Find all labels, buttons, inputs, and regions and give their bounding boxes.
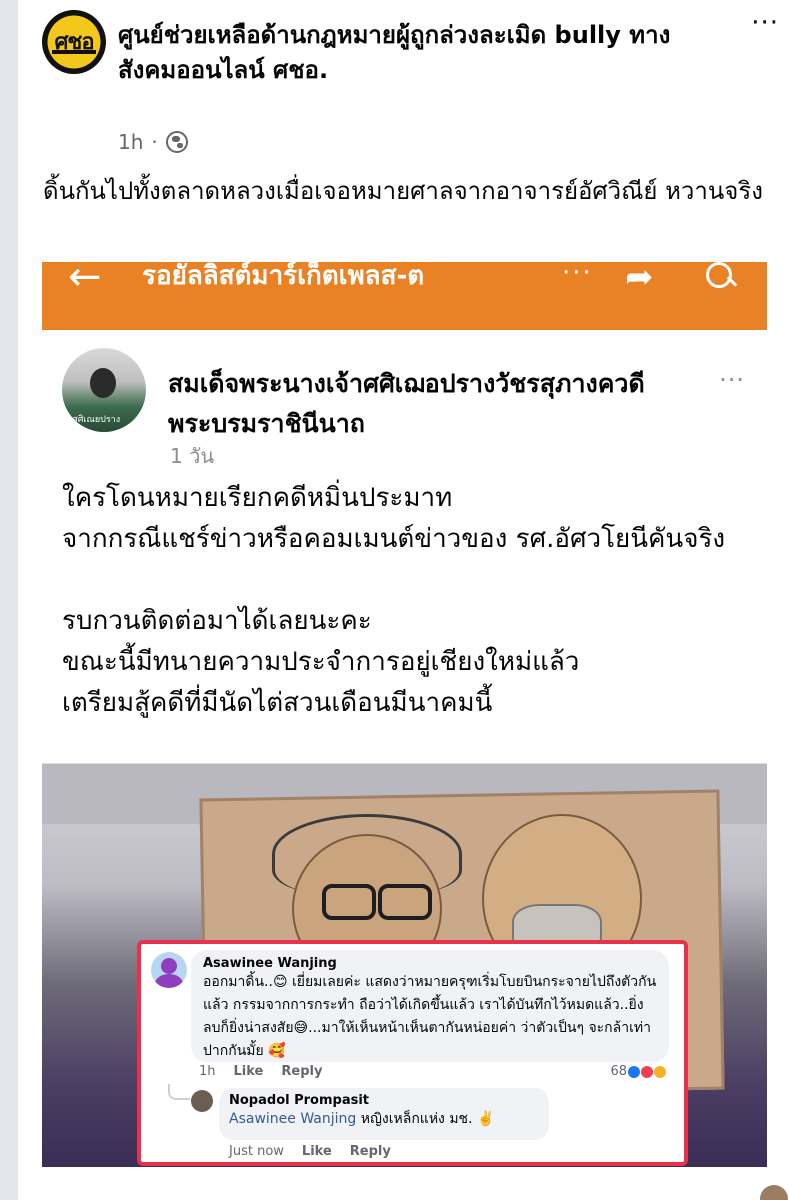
- replier-name[interactable]: Nopadol Prompasit: [229, 1093, 539, 1108]
- inner-body-line: เตรียมสู้คดีที่มีนัดไต่สวนเดือนมีนาคมนี้: [62, 688, 493, 718]
- page-name-link[interactable]: ศูนย์ช่วยเหลือด้านกฎหมายผู้ถูกล่วงละเมิด…: [118, 18, 718, 88]
- haha-reaction-icon: [654, 1065, 666, 1078]
- comment-text: ออกมาดิ้น..😊 เยี่ยมเลยค่ะ แสดงว่าหมายครุ…: [203, 974, 657, 1059]
- screenshot-group-title: รอยัลลิสต์มาร์เก็ตเพลส-ต: [142, 262, 425, 291]
- reply-text: Asawinee Wanjing หญิงเหล็กแห่ง มช. ✌️: [229, 1108, 539, 1130]
- screenshot-inner-post: ศศิเณยปราง สมเด็จพระนางเจ้าศศิเฌอปรางวัช…: [42, 330, 767, 764]
- globe-icon: [165, 131, 188, 153]
- comment-time[interactable]: 1h: [199, 1064, 216, 1079]
- inner-more-icon: ···: [719, 366, 745, 394]
- commenter-name[interactable]: Asawinee Wanjing: [203, 956, 657, 971]
- post-time[interactable]: 1h: [118, 130, 143, 154]
- more-options-button[interactable]: ···: [751, 8, 779, 38]
- reply-like-button[interactable]: Like: [302, 1144, 332, 1159]
- logo-bar: [52, 50, 96, 54]
- meta-separator: ·: [151, 130, 158, 154]
- avatar-face: [90, 368, 116, 398]
- post-meta: 1h ·: [118, 130, 188, 154]
- search-icon: [704, 262, 738, 296]
- love-reaction-icon: [641, 1065, 653, 1078]
- commenter-avatar[interactable]: [151, 952, 187, 988]
- page-avatar[interactable]: ศชอ: [42, 10, 106, 74]
- comment-reactions[interactable]: 68: [610, 1064, 666, 1079]
- comment-bubble: Asawinee Wanjing ออกมาดิ้น..😊 เยี่ยมเลยค…: [191, 950, 669, 1062]
- reply-body: หญิงเหล็กแห่ง มช. ✌️: [356, 1111, 495, 1127]
- post-caption: ดิ้นกันไปทั้งตลาดหลวงเมื่อเจอหมายศาลจากอ…: [43, 177, 763, 205]
- reply-time[interactable]: Just now: [229, 1144, 284, 1159]
- inner-author-name: สมเด็จพระนางเจ้าศศิเฌอปรางวัชรสุภางควดี …: [168, 369, 645, 438]
- reply-mention-link[interactable]: Asawinee Wanjing: [229, 1111, 356, 1127]
- facebook-post: ศชอ ศูนย์ช่วยเหลือด้านกฎหมายผู้ถูกล่วงละ…: [18, 0, 789, 1200]
- comment-actions: 1h Like Reply: [199, 1064, 322, 1079]
- reply-reply-button[interactable]: Reply: [350, 1144, 391, 1159]
- reply-bubble: Nopadol Prompasit Asawinee Wanjing หญิงเ…: [219, 1088, 549, 1140]
- glasses-drawing: [322, 884, 432, 920]
- back-arrow-icon: ←: [68, 262, 102, 300]
- inner-author-avatar: ศศิเณยปราง: [62, 348, 146, 432]
- replier-avatar[interactable]: [191, 1090, 213, 1112]
- screenshot-topbar: ← รอยัลลิสต์มาร์เก็ตเพลส-ต ··· ➦: [42, 262, 767, 330]
- inner-post-body: ใครโดนหมายเรียกคดีหมิ่นประมาท จากกรณีแชร…: [62, 478, 752, 724]
- reaction-count: 68: [610, 1064, 627, 1079]
- left-rail: [0, 0, 18, 1200]
- inner-body-line: จากกรณีแชร์ข่าวหรือคอมเมนต์ข่าวของ รศ.อั…: [62, 524, 726, 554]
- viewer-avatar[interactable]: [760, 1185, 788, 1200]
- comment-reply-button[interactable]: Reply: [281, 1064, 322, 1079]
- inner-body-line: รบกวนติดต่อมาได้เลยนะคะ: [62, 606, 372, 636]
- reply-actions: Just now Like Reply: [229, 1144, 391, 1159]
- avatar-caption: ศศิเณยปราง: [72, 415, 121, 425]
- inner-post-time: 1 วัน: [170, 444, 214, 468]
- screenshot-dots-icon: ···: [562, 262, 593, 288]
- share-icon: ➦: [625, 262, 654, 297]
- like-reaction-icon: [628, 1065, 640, 1078]
- reply-thread-line: [168, 1084, 190, 1100]
- inner-body-line: ใครโดนหมายเรียกคดีหมิ่นประมาท: [62, 483, 453, 513]
- comment-like-button[interactable]: Like: [234, 1064, 264, 1079]
- highlighted-comment-box: Asawinee Wanjing ออกมาดิ้น..😊 เยี่ยมเลยค…: [137, 940, 688, 1166]
- inner-body-line: ขณะนี้มีทนายความประจำการอยู่เชียงใหม่แล้…: [62, 647, 580, 677]
